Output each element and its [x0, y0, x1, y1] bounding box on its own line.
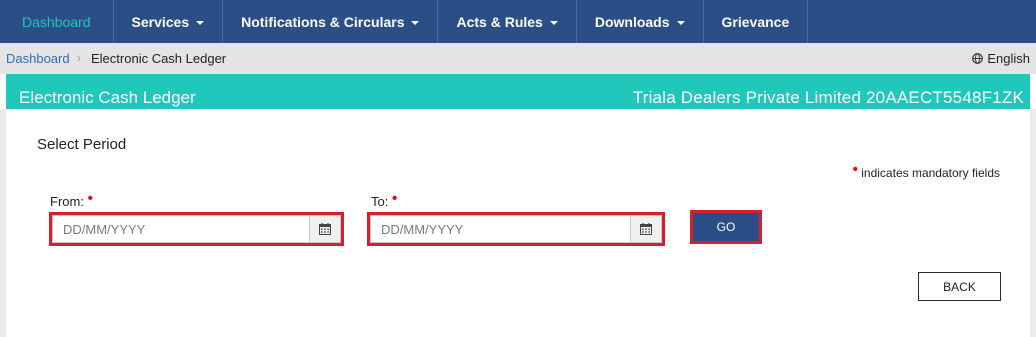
required-marker: • [852, 161, 858, 178]
nav-item-label: Downloads [594, 13, 670, 30]
page-header: Electronic Cash Ledger Triala Dealers Pr… [6, 74, 1030, 109]
to-date-picker-button[interactable] [630, 215, 662, 243]
nav-item-services[interactable]: Services [114, 0, 224, 43]
to-label: To: • [371, 190, 398, 210]
mandatory-note-text: indicates mandatory fields [861, 166, 1000, 180]
back-button[interactable]: BACK [918, 272, 1001, 301]
breadcrumb-current: Electronic Cash Ledger [91, 51, 227, 66]
required-marker: • [391, 190, 398, 207]
calendar-icon [319, 223, 331, 235]
required-marker: • [87, 190, 93, 207]
go-button[interactable]: GO [693, 213, 759, 241]
to-date-field [367, 212, 665, 246]
caret-down-icon [676, 20, 685, 25]
caret-down-icon [196, 20, 205, 25]
calendar-icon [640, 223, 652, 235]
nav-item-downloads[interactable]: Downloads [577, 0, 704, 43]
nav-item-acts-rules[interactable]: Acts & Rules [438, 0, 577, 43]
breadcrumb-separator: › [77, 51, 81, 65]
language-label: English [987, 51, 1030, 66]
to-label-text: To: [371, 194, 389, 209]
nav-item-label: Services [131, 13, 190, 30]
mandatory-note: • indicates mandatory fields [852, 161, 1000, 181]
breadcrumb: Dashboard › Electronic Cash Ledger Engli… [0, 43, 1036, 74]
from-label: From: • [50, 190, 93, 210]
to-date-input[interactable] [370, 215, 630, 243]
language-selector[interactable]: English [972, 51, 1030, 66]
breadcrumb-home-link[interactable]: Dashboard [6, 51, 70, 66]
nav-item-label: Notifications & Circulars [241, 13, 405, 30]
from-date-picker-button[interactable] [309, 215, 341, 243]
nav-item-dashboard[interactable]: Dashboard [0, 0, 114, 43]
nav-item-label: Grievance [721, 13, 790, 30]
page-gutter-right [1030, 109, 1036, 337]
top-navigation: Dashboard Services Notifications & Circu… [0, 0, 1036, 43]
from-date-field [49, 212, 344, 246]
globe-icon [972, 53, 984, 64]
nav-item-label: Acts & Rules [456, 13, 543, 30]
caret-down-icon [549, 20, 558, 25]
caret-down-icon [411, 20, 420, 25]
company-name-gstin: Triala Dealers Private Limited 20AAECT55… [632, 88, 1024, 107]
page-title: Electronic Cash Ledger [19, 88, 196, 107]
section-title: Select Period [37, 136, 127, 153]
from-date-input[interactable] [52, 215, 309, 243]
go-button-highlight: GO [690, 210, 762, 244]
nav-item-grievance[interactable]: Grievance [704, 0, 809, 43]
nav-item-label: Dashboard [22, 13, 91, 30]
nav-item-notifications-circulars[interactable]: Notifications & Circulars [223, 0, 439, 43]
from-label-text: From: [50, 194, 84, 209]
